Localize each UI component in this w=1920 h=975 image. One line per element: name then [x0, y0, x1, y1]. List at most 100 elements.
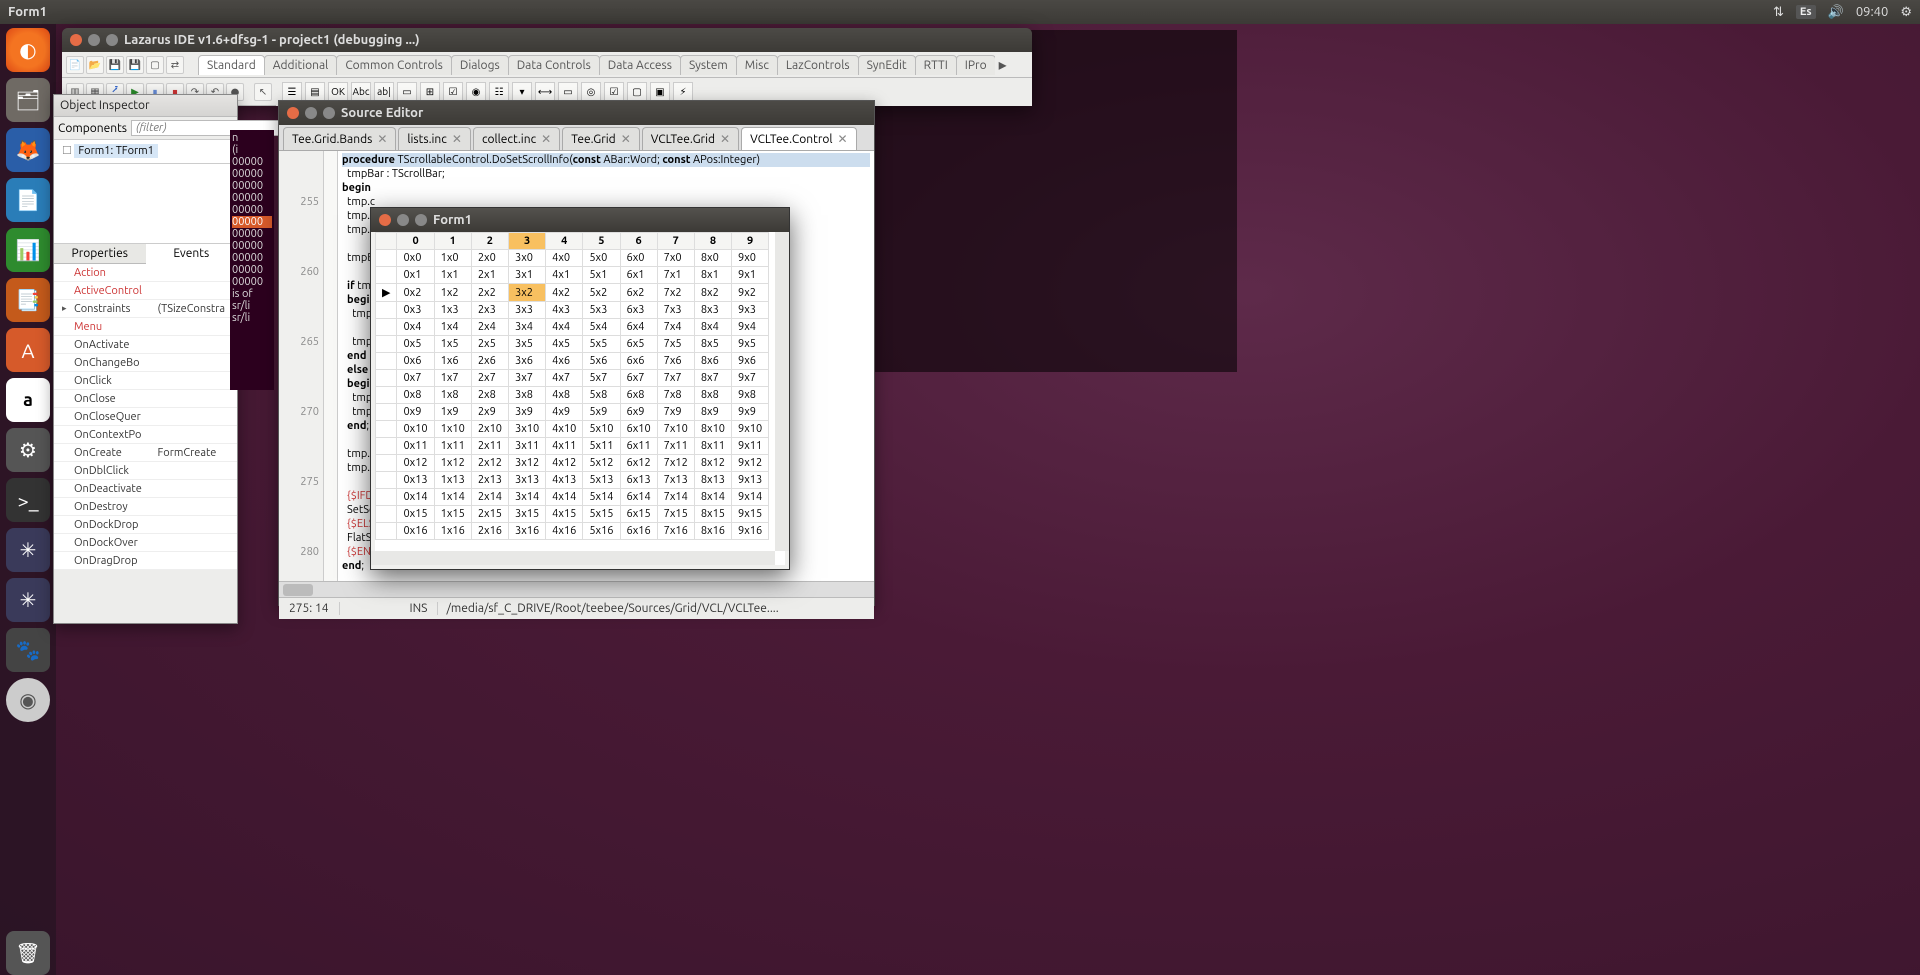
lazarus-icon-2[interactable]: ✳ [6, 578, 50, 622]
event-row[interactable]: OnChangeBo [54, 354, 237, 372]
save-all-button[interactable]: 💾 [126, 56, 144, 74]
listbox-component[interactable]: ☷ [489, 82, 509, 102]
ubuntu-dash-icon[interactable]: ◐ [6, 28, 50, 72]
gnome-foot-icon[interactable]: 🐾 [6, 628, 50, 672]
button-component[interactable]: OK [328, 82, 348, 102]
tabs-scroll-right-icon[interactable]: ▸ [995, 55, 1011, 74]
event-row[interactable]: Menu [54, 318, 237, 336]
maximize-icon[interactable] [323, 107, 335, 119]
event-row[interactable]: OnDeactivate [54, 480, 237, 498]
component-tab-dialogs[interactable]: Dialogs [451, 55, 509, 75]
component-tab-system[interactable]: System [680, 55, 737, 75]
ide-titlebar[interactable]: Lazarus IDE v1.6+dfsg-1 - project1 (debu… [62, 28, 1032, 52]
togglebox-component[interactable]: ⊞ [420, 82, 440, 102]
minimize-icon[interactable] [88, 34, 100, 46]
component-tree[interactable]: ☐ Form1: TForm1 [54, 140, 237, 164]
maximize-icon[interactable] [415, 214, 427, 226]
object-inspector-title[interactable]: Object Inspector [54, 95, 237, 117]
event-row[interactable]: ActiveControl [54, 282, 237, 300]
source-tab[interactable]: collect.inc✕ [473, 127, 560, 150]
close-tab-icon[interactable]: ✕ [452, 132, 462, 146]
event-row[interactable]: OnActivate [54, 336, 237, 354]
disc-icon[interactable]: ◉ [6, 678, 50, 722]
software-center-icon[interactable]: A [6, 328, 50, 372]
panel-component[interactable]: ▢ [627, 82, 647, 102]
calc-icon[interactable]: 📊 [6, 228, 50, 272]
event-row[interactable]: OnClose [54, 390, 237, 408]
grid-horizontal-scrollbar[interactable] [371, 551, 775, 565]
minimize-icon[interactable] [397, 214, 409, 226]
component-tab-standard[interactable]: Standard [198, 55, 265, 75]
open-button[interactable]: 📂 [86, 56, 104, 74]
actionlist-component[interactable]: ⚡ [673, 82, 693, 102]
popupmenu-component[interactable]: ▤ [305, 82, 325, 102]
component-tab-data-access[interactable]: Data Access [599, 55, 681, 75]
lazarus-icon[interactable]: ✳ [6, 528, 50, 572]
combobox-component[interactable]: ▾ [512, 82, 532, 102]
component-tab-ipro[interactable]: IPro [956, 55, 995, 75]
scrollbar-component[interactable]: ⟷ [535, 82, 555, 102]
source-tab[interactable]: Tee.Grid✕ [562, 127, 640, 150]
firefox-icon[interactable]: 🦊 [6, 128, 50, 172]
close-tab-icon[interactable]: ✕ [541, 132, 551, 146]
radiogroup-component[interactable]: ◎ [581, 82, 601, 102]
keyboard-layout[interactable]: Es [1796, 5, 1816, 19]
form1-titlebar[interactable]: Form1 [371, 208, 789, 232]
network-icon[interactable]: ⇅ [1773, 5, 1784, 20]
component-tab-rtti[interactable]: RTTI [915, 55, 957, 75]
source-editor-titlebar[interactable]: Source Editor [279, 101, 874, 125]
writer-icon[interactable]: 📄 [6, 178, 50, 222]
frame-component[interactable]: ▣ [650, 82, 670, 102]
impress-icon[interactable]: 📑 [6, 278, 50, 322]
amazon-icon[interactable]: a [6, 378, 50, 422]
files-icon[interactable]: 🗂 [6, 78, 50, 122]
toggle-form-button[interactable]: ⇄ [166, 56, 184, 74]
checkbox-component[interactable]: ☑ [443, 82, 463, 102]
event-row[interactable]: OnDockOver [54, 534, 237, 552]
new-unit-button[interactable]: 📄 [66, 56, 84, 74]
event-row[interactable]: OnDragDrop [54, 552, 237, 570]
component-tab-common-controls[interactable]: Common Controls [336, 55, 452, 75]
component-tab-data-controls[interactable]: Data Controls [508, 55, 600, 75]
source-tab[interactable]: Tee.Grid.Bands✕ [283, 127, 396, 150]
system-settings-icon[interactable]: ⚙ [6, 428, 50, 472]
component-tab-additional[interactable]: Additional [264, 55, 338, 75]
edit-component[interactable]: ab| [374, 82, 394, 102]
radiobutton-component[interactable]: ◉ [466, 82, 486, 102]
horizontal-scrollbar[interactable] [279, 581, 874, 597]
event-row[interactable]: Constraints(TSizeConstra [54, 300, 237, 318]
component-tab-synedit[interactable]: SynEdit [858, 55, 916, 75]
event-row[interactable]: OnCloseQuer [54, 408, 237, 426]
sound-icon[interactable]: 🔊 [1828, 5, 1844, 20]
mainmenu-component[interactable]: ☰ [282, 82, 302, 102]
tab-events[interactable]: Events [146, 244, 238, 264]
source-tab[interactable]: lists.inc✕ [398, 127, 471, 150]
grid-vertical-scrollbar[interactable] [775, 232, 789, 551]
close-icon[interactable] [70, 34, 82, 46]
terminal-icon[interactable]: >_ [6, 478, 50, 522]
close-icon[interactable] [287, 107, 299, 119]
source-tab[interactable]: VCLTee.Control✕ [741, 127, 857, 150]
component-tab-misc[interactable]: Misc [736, 55, 778, 75]
maximize-icon[interactable] [106, 34, 118, 46]
event-row[interactable]: OnDestroy [54, 498, 237, 516]
source-tab[interactable]: VCLTee.Grid✕ [642, 127, 739, 150]
close-tab-icon[interactable]: ✕ [377, 132, 387, 146]
event-row[interactable]: OnClick [54, 372, 237, 390]
memo-component[interactable]: ▭ [397, 82, 417, 102]
close-icon[interactable] [379, 214, 391, 226]
cursor-tool-button[interactable]: ↖ [254, 83, 272, 101]
save-button[interactable]: 💾 [106, 56, 124, 74]
component-tab-lazcontrols[interactable]: LazControls [777, 55, 859, 75]
tree-item-form1[interactable]: Form1: TForm1 [74, 144, 158, 158]
new-form-button[interactable]: ▢ [146, 56, 164, 74]
event-row[interactable]: OnCreateFormCreate [54, 444, 237, 462]
close-tab-icon[interactable]: ✕ [621, 132, 631, 146]
close-tab-icon[interactable]: ✕ [720, 132, 730, 146]
checkgroup-component[interactable]: ☑ [604, 82, 624, 102]
trash-icon[interactable]: 🗑 [6, 931, 50, 975]
close-tab-icon[interactable]: ✕ [838, 132, 848, 146]
tee-grid[interactable]: 01234567890x01x02x03x04x05x06x07x08x09x0… [375, 232, 785, 565]
event-row[interactable]: OnDblClick [54, 462, 237, 480]
event-row[interactable]: Action [54, 264, 237, 282]
